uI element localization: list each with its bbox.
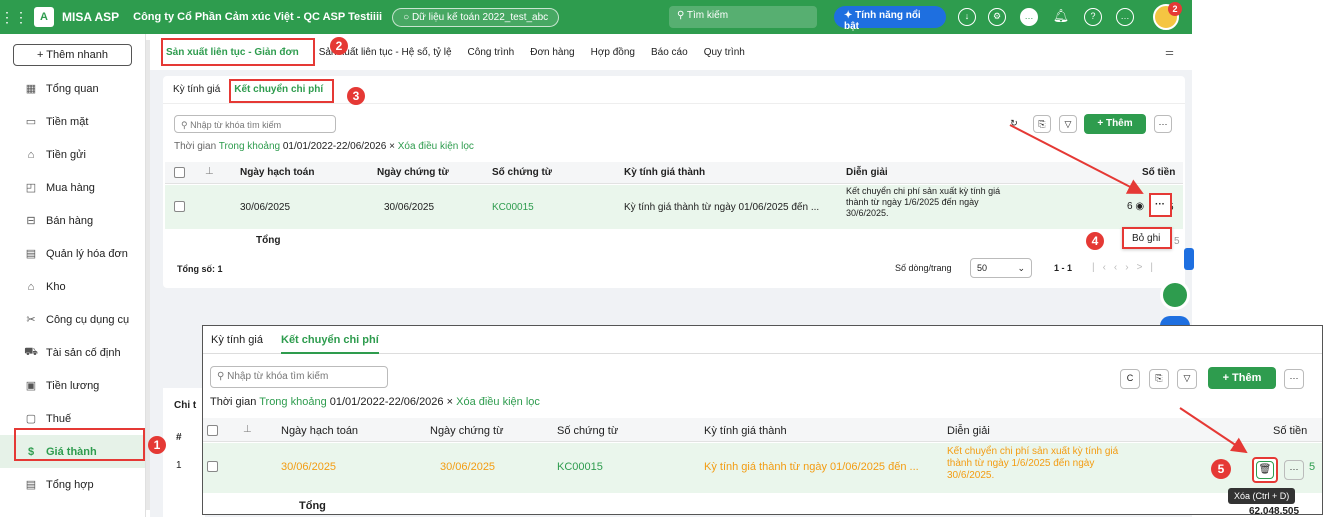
step-2-badge: 2 (330, 37, 348, 55)
step-5-badge: 5 (1211, 459, 1231, 479)
arrow-to-more (1009, 124, 1144, 194)
annotation-arrows (1009, 124, 1248, 454)
step-1-badge: 1 (148, 436, 166, 454)
arrow-to-delete (1179, 407, 1248, 454)
step-3-badge: 3 (347, 87, 365, 105)
step-4-badge: 4 (1086, 232, 1104, 250)
